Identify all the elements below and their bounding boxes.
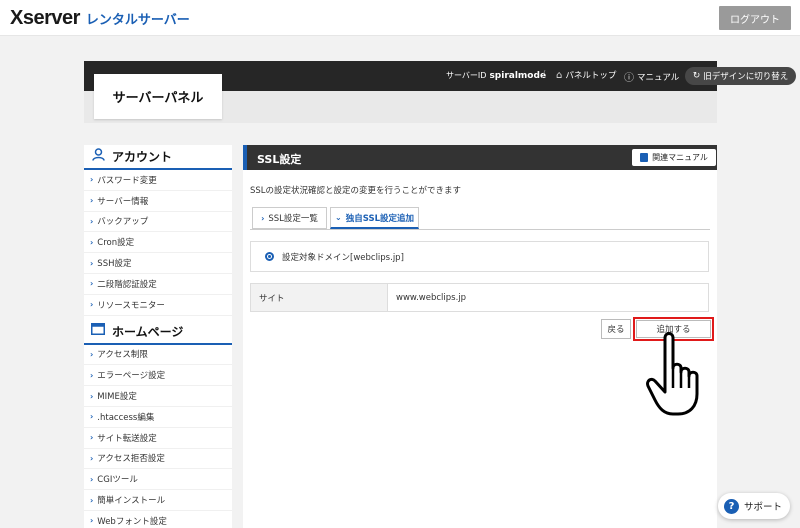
sidebar-item-label: リソースモニター xyxy=(97,300,165,311)
panel-top-label: パネルトップ xyxy=(565,71,617,81)
sidebar-section-homepage: ホームページ xyxy=(84,320,232,345)
refresh-icon: ↻ xyxy=(692,71,701,81)
chevron-right-icon: › xyxy=(90,453,94,463)
tab-label: SSL設定一覧 xyxy=(268,214,318,224)
sidebar-section-account: アカウント xyxy=(84,145,232,170)
sidebar-item-label: サイト転送設定 xyxy=(97,433,157,444)
site-label: サイト xyxy=(251,284,388,311)
question-icon: ? xyxy=(724,498,739,514)
site-value: www.webclips.jp xyxy=(396,292,467,303)
target-domain-label: 設定対象ドメイン[webclips.jp] xyxy=(282,252,404,263)
sidebar-item-web-font[interactable]: › Webフォント設定 xyxy=(84,511,232,528)
panel-title: サーバーパネル xyxy=(94,74,222,119)
sidebar-item-access-deny[interactable]: › アクセス拒否設定 xyxy=(84,449,232,470)
chevron-right-icon: › xyxy=(90,495,94,505)
browser-window-icon xyxy=(90,323,106,339)
support-button[interactable]: ? サポート xyxy=(718,493,790,519)
chevron-right-icon: › xyxy=(90,237,94,247)
sidebar-item-label: 二段階認証設定 xyxy=(97,279,157,290)
sidebar-item-label: パスワード変更 xyxy=(97,175,157,186)
back-button[interactable]: 戻る xyxy=(601,319,631,339)
chevron-right-icon: › xyxy=(90,196,94,206)
sidebar-item-label: Webフォント設定 xyxy=(97,516,167,527)
chevron-right-icon: › xyxy=(90,216,94,226)
related-manual-button[interactable]: 関連マニュアル xyxy=(632,149,716,166)
chevron-right-icon: › xyxy=(90,258,94,268)
server-id: サーバーID spiralmode xyxy=(446,70,546,81)
book-icon xyxy=(640,153,649,162)
brand-name: Xserver xyxy=(10,7,80,29)
chevron-right-icon: › xyxy=(90,433,94,443)
sidebar-item-label: サーバー情報 xyxy=(97,196,149,207)
radio-bullet-icon xyxy=(265,252,274,261)
support-label: サポート xyxy=(744,502,783,513)
site-row: サイト www.webclips.jp xyxy=(250,283,709,312)
help-circle-icon: ⓘ xyxy=(624,73,634,84)
tab-label: 独自SSL設定追加 xyxy=(345,213,414,224)
hand-pointer-icon xyxy=(646,332,699,416)
chevron-right-icon: › xyxy=(90,412,94,422)
target-domain: 設定対象ドメイン[webclips.jp] xyxy=(250,241,709,272)
tab-ssl-list[interactable]: › SSL設定一覧 xyxy=(252,207,327,229)
sidebar-item-resource-monitor[interactable]: › リソースモニター xyxy=(84,295,232,316)
panel-top-link[interactable]: ⌂ パネルトップ xyxy=(556,69,617,82)
sidebar-item-label: .htaccess編集 xyxy=(97,412,155,423)
manual-label: マニュアル xyxy=(637,72,680,83)
old-design-button[interactable]: ↻ 旧デザインに切り替え xyxy=(685,67,796,85)
sidebar-homepage-title: ホームページ xyxy=(112,324,184,339)
sidebar-item-2fa[interactable]: › 二段階認証設定 xyxy=(84,274,232,295)
home-icon: ⌂ xyxy=(556,69,563,81)
brand-logo[interactable]: Xserver レンタルサーバー xyxy=(10,7,190,30)
sidebar-item-htaccess[interactable]: › .htaccess編集 xyxy=(84,407,232,428)
chevron-right-icon: › xyxy=(90,175,94,185)
sidebar-item-mime[interactable]: › MIME設定 xyxy=(84,386,232,407)
chevron-right-icon: › xyxy=(90,279,94,289)
chevron-right-icon: › xyxy=(261,213,265,223)
panel-header: サーバーパネル サーバーID spiralmode / ⌂ パネルトップ ⓘ マニ… xyxy=(84,61,796,123)
sidebar-item-label: エラーページ設定 xyxy=(97,371,166,382)
chevron-down-icon: ⌄ xyxy=(335,213,342,222)
sidebar-item-cron[interactable]: › Cron設定 xyxy=(84,232,232,254)
sidebar-item-ssh[interactable]: › SSH設定 xyxy=(84,253,232,274)
sidebar-item-label: アクセス拒否設定 xyxy=(97,454,165,465)
sidebar-item-access-restriction[interactable]: › アクセス制限 xyxy=(84,345,232,366)
sidebar-item-backup[interactable]: › バックアップ xyxy=(84,212,232,233)
brand-subtitle: レンタルサーバー xyxy=(85,12,190,27)
user-icon xyxy=(90,148,106,165)
sidebar-item-label: アクセス制限 xyxy=(97,350,148,361)
main-header: SSL設定 関連マニュアル xyxy=(243,145,717,170)
server-id-label: サーバーID xyxy=(446,71,487,80)
sidebar-item-label: 簡単インストール xyxy=(97,496,166,507)
related-manual-label: 関連マニュアル xyxy=(652,153,708,162)
tab-add-ssl[interactable]: ⌄ 独自SSL設定追加 xyxy=(330,207,419,229)
page-description: SSLの設定状況確認と設定の変更を行うことができます xyxy=(250,186,462,196)
sidebar: アカウント › パスワード変更 › サーバー情報 › バックアップ › Cron設定 ›… xyxy=(84,145,232,528)
chevron-right-icon: › xyxy=(90,349,94,359)
manual-link[interactable]: ⓘ マニュアル xyxy=(624,69,680,85)
chevron-right-icon: › xyxy=(90,300,94,310)
sidebar-item-label: バックアップ xyxy=(97,217,149,228)
chevron-right-icon: › xyxy=(90,516,94,526)
chevron-right-icon: › xyxy=(90,370,94,380)
server-id-value: spiralmode xyxy=(489,71,547,81)
tab-divider xyxy=(250,229,710,230)
sidebar-item-label: SSH設定 xyxy=(97,259,132,270)
header-separator: / xyxy=(542,69,546,80)
chevron-right-icon: › xyxy=(90,391,94,401)
sidebar-item-server-info[interactable]: › サーバー情報 xyxy=(84,191,232,212)
sidebar-account-title: アカウント xyxy=(112,150,173,164)
page-title: SSL設定 xyxy=(257,153,302,166)
sidebar-item-site-transfer[interactable]: › サイト転送設定 xyxy=(84,428,232,449)
sidebar-item-error-page[interactable]: › エラーページ設定 xyxy=(84,365,232,387)
sidebar-item-cgi-tools[interactable]: › CGIツール xyxy=(84,469,232,491)
sidebar-item-password[interactable]: › パスワード変更 xyxy=(84,170,232,191)
logout-button[interactable]: ログアウト xyxy=(719,6,791,30)
sidebar-item-label: MIME設定 xyxy=(97,392,137,403)
sidebar-item-easy-install[interactable]: › 簡単インストール xyxy=(84,490,232,511)
sidebar-item-label: CGIツール xyxy=(97,475,138,486)
top-bar: Xserver レンタルサーバー ログアウト xyxy=(0,0,800,36)
sidebar-item-label: Cron設定 xyxy=(97,238,135,249)
old-design-label: 旧デザインに切り替え xyxy=(703,72,789,82)
chevron-right-icon: › xyxy=(90,474,94,484)
